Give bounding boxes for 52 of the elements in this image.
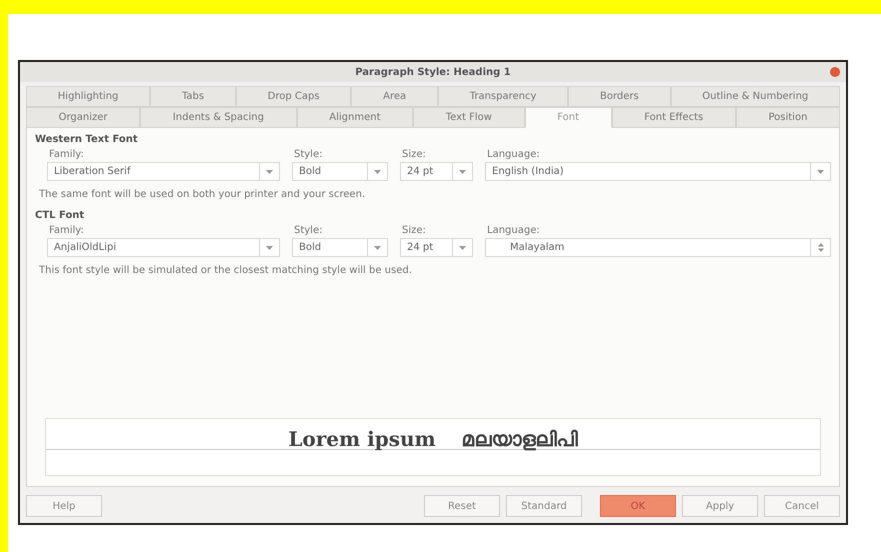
- tab[interactable]: Highlighting: [26, 86, 150, 107]
- tab[interactable]: Borders: [568, 86, 671, 107]
- section-heading: Western Text Font: [35, 133, 139, 147]
- tab[interactable]: Font: [524, 107, 612, 128]
- font-size-dropdown[interactable]: 24 pt: [400, 162, 473, 181]
- caret-icon: [266, 170, 273, 174]
- field-label: Style:: [293, 148, 324, 162]
- caret-icon: [374, 170, 381, 174]
- field-label: Language:: [486, 148, 541, 162]
- language-dropdown[interactable]: Malayalam: [485, 238, 831, 257]
- tab[interactable]: Alignment: [296, 107, 414, 128]
- field-label: Style:: [293, 224, 324, 238]
- caret-icon: [374, 246, 381, 250]
- dialog-button[interactable]: Apply: [682, 495, 758, 517]
- tab[interactable]: Font Effects: [612, 107, 736, 128]
- caret-icon: [266, 246, 273, 250]
- preview-text: മലയാളലിപി: [462, 427, 578, 451]
- hint-text: This font style will be simulated or the closest matching style will be used.: [39, 264, 413, 278]
- font-style-dropdown[interactable]: Bold: [292, 238, 388, 257]
- tab[interactable]: Outline & Numbering: [670, 86, 840, 107]
- dialog-button[interactable]: Cancel: [764, 495, 840, 517]
- field-label: Family:: [48, 224, 85, 238]
- field-label: Family:: [48, 148, 85, 162]
- caret-icon: [459, 170, 466, 174]
- caret-icon: [459, 246, 466, 250]
- dialog-button[interactable]: Standard: [506, 495, 582, 517]
- field-label: Language:: [486, 224, 541, 238]
- tab[interactable]: Position: [736, 107, 840, 128]
- tab[interactable]: Drop Caps: [236, 86, 352, 107]
- language-dropdown[interactable]: English (India): [485, 162, 831, 181]
- tab[interactable]: Tabs: [150, 86, 236, 107]
- tab[interactable]: Organizer: [26, 107, 140, 128]
- tab[interactable]: Area: [351, 86, 438, 107]
- font-family-dropdown[interactable]: Liberation Serif: [47, 162, 280, 181]
- hint-text: The same font will be used on both your printer and your screen.: [39, 188, 366, 202]
- font-size-dropdown[interactable]: 24 pt: [400, 238, 473, 257]
- spinner-icon: [818, 243, 824, 252]
- window-title: Paragraph Style: Heading 1: [355, 66, 511, 80]
- preview-text: Lorem ipsum: [288, 427, 436, 451]
- dialog-button[interactable]: OK: [600, 495, 676, 517]
- field-label: Size:: [401, 148, 427, 162]
- field-label: Size:: [401, 224, 427, 238]
- dialog-button[interactable]: Help: [26, 495, 102, 517]
- section-heading: CTL Font: [35, 209, 86, 223]
- font-style-dropdown[interactable]: Bold: [292, 162, 388, 181]
- tab[interactable]: Transparency: [438, 86, 568, 107]
- caret-icon: [817, 170, 824, 174]
- tab[interactable]: Indents & Spacing: [140, 107, 297, 128]
- close-button[interactable]: [830, 67, 840, 77]
- tab[interactable]: Text Flow: [413, 107, 525, 128]
- dialog-button[interactable]: Reset: [424, 495, 500, 517]
- font-family-dropdown[interactable]: AnjaliOldLipi: [47, 238, 280, 257]
